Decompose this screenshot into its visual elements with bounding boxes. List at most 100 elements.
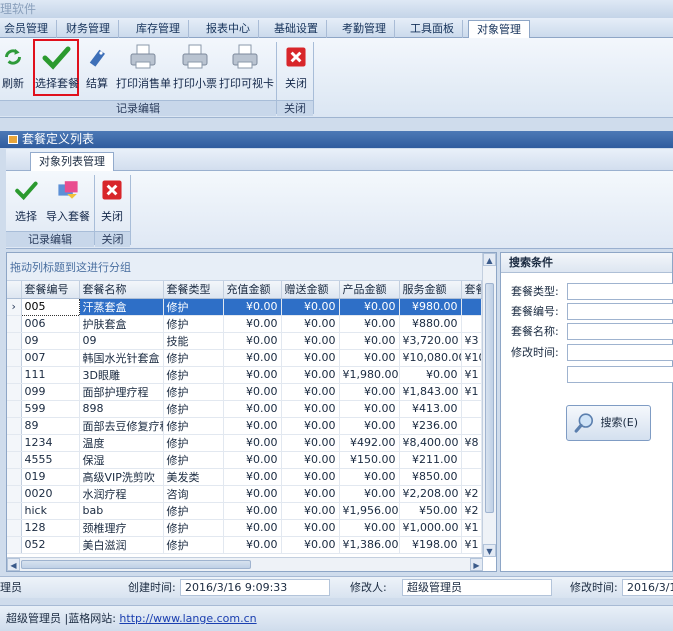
- table-cell[interactable]: 0020: [21, 485, 80, 503]
- package-type-field[interactable]: [567, 283, 673, 300]
- table-cell[interactable]: ¥0.00: [339, 519, 400, 537]
- table-cell[interactable]: ¥2: [461, 485, 482, 503]
- table-cell[interactable]: 美白滋润: [79, 536, 164, 554]
- table-row[interactable]: 052 美白滋润 修护 ¥0.00 ¥0.00 ¥1,386.00 ¥198.00 ¥1: [7, 536, 482, 554]
- table-cell[interactable]: hick: [21, 502, 80, 520]
- table-cell[interactable]: ¥0.00: [281, 468, 340, 486]
- table-cell[interactable]: ¥0.00: [223, 536, 282, 554]
- table-cell[interactable]: 护肤套盒: [79, 315, 164, 333]
- table-cell[interactable]: [461, 298, 482, 316]
- table-cell[interactable]: [461, 468, 482, 486]
- table-cell[interactable]: 温度: [79, 434, 164, 452]
- tab-finance-management[interactable]: 财务管理: [58, 20, 119, 38]
- row-indicator[interactable]: [7, 417, 22, 435]
- scroll-thumb[interactable]: [485, 283, 494, 513]
- table-cell[interactable]: ¥1: [461, 366, 482, 384]
- column-header[interactable]: 赠送金额: [281, 281, 340, 299]
- table-row[interactable]: 4555 保湿 修护 ¥0.00 ¥0.00 ¥150.00 ¥211.00: [7, 451, 482, 469]
- select-package-button[interactable]: 选择套餐: [35, 42, 79, 94]
- table-cell[interactable]: ¥0.00: [281, 298, 340, 316]
- table-cell[interactable]: ¥2: [461, 502, 482, 520]
- table-row[interactable]: 128 颈椎理疗 修护 ¥0.00 ¥0.00 ¥0.00 ¥1,000.00 ¥1: [7, 519, 482, 537]
- column-header[interactable]: 产品金额: [339, 281, 400, 299]
- table-row[interactable]: 0020 水润疗程 咨询 ¥0.00 ¥0.00 ¥0.00 ¥2,208.00 ¥2: [7, 485, 482, 503]
- table-cell[interactable]: ¥10: [461, 349, 482, 367]
- table-cell[interactable]: ¥0.00: [281, 519, 340, 537]
- table-cell[interactable]: 3D眼雕: [79, 366, 164, 384]
- table-cell[interactable]: ¥0.00: [281, 485, 340, 503]
- table-row[interactable]: › 005 汗蒸套盒 修护 ¥0.00 ¥0.00 ¥0.00 ¥980.00: [7, 297, 482, 316]
- table-cell[interactable]: ¥0.00: [223, 366, 282, 384]
- refresh-button[interactable]: 刷新: [0, 42, 26, 94]
- table-cell[interactable]: 美发类: [163, 468, 224, 486]
- table-cell[interactable]: ¥0.00: [399, 366, 462, 384]
- inner-close-button[interactable]: 关闭: [98, 175, 126, 227]
- table-cell[interactable]: ¥0.00: [223, 451, 282, 469]
- row-indicator[interactable]: [7, 400, 22, 418]
- table-cell[interactable]: 052: [21, 536, 80, 554]
- table-cell[interactable]: ¥1: [461, 536, 482, 554]
- table-row[interactable]: 09 09 技能 ¥0.00 ¥0.00 ¥0.00 ¥3,720.00 ¥3: [7, 332, 482, 350]
- tab-inventory-management[interactable]: 库存管理: [128, 20, 189, 38]
- table-cell[interactable]: ¥3,720.00: [399, 332, 462, 350]
- table-cell[interactable]: ¥0.00: [281, 349, 340, 367]
- table-row[interactable]: 099 面部护理疗程 修护 ¥0.00 ¥0.00 ¥0.00 ¥1,843.00 ¥1: [7, 383, 482, 401]
- row-indicator[interactable]: [7, 519, 22, 537]
- table-cell[interactable]: 汗蒸套盒: [79, 298, 164, 316]
- row-indicator[interactable]: ›: [7, 298, 22, 316]
- table-cell[interactable]: ¥0.00: [223, 349, 282, 367]
- table-cell[interactable]: 修护: [163, 400, 224, 418]
- table-cell[interactable]: ¥0.00: [281, 332, 340, 350]
- import-package-button[interactable]: 导入套餐: [44, 175, 92, 227]
- table-cell[interactable]: ¥1: [461, 519, 482, 537]
- vertical-scrollbar[interactable]: ▲ ▼: [482, 253, 496, 557]
- table-cell[interactable]: [461, 451, 482, 469]
- row-indicator[interactable]: [7, 434, 22, 452]
- print-card-button[interactable]: 打印可视卡: [219, 42, 274, 94]
- table-cell[interactable]: ¥150.00: [339, 451, 400, 469]
- table-cell[interactable]: 111: [21, 366, 80, 384]
- table-cell[interactable]: 面部护理疗程: [79, 383, 164, 401]
- table-cell[interactable]: 咨询: [163, 485, 224, 503]
- table-row[interactable]: 599 898 修护 ¥0.00 ¥0.00 ¥0.00 ¥413.00: [7, 400, 482, 418]
- table-cell[interactable]: 修护: [163, 417, 224, 435]
- table-cell[interactable]: ¥0.00: [223, 332, 282, 350]
- tab-member-management[interactable]: 会员管理: [0, 20, 57, 38]
- table-cell[interactable]: 修护: [163, 502, 224, 520]
- search-button[interactable]: 搜索(E): [566, 405, 651, 441]
- table-cell[interactable]: ¥0.00: [339, 468, 400, 486]
- website-link[interactable]: http://www.lange.com.cn: [119, 612, 256, 625]
- table-cell[interactable]: ¥0.00: [339, 298, 400, 316]
- table-cell[interactable]: ¥10,080.00: [399, 349, 462, 367]
- tab-basic-settings[interactable]: 基础设置: [266, 20, 327, 38]
- table-cell[interactable]: ¥0.00: [223, 434, 282, 452]
- scroll-thumb[interactable]: [21, 560, 251, 569]
- table-cell[interactable]: ¥1,386.00: [339, 536, 400, 554]
- table-cell[interactable]: 09: [79, 332, 164, 350]
- row-indicator[interactable]: [7, 383, 22, 401]
- table-cell[interactable]: ¥0.00: [339, 315, 400, 333]
- table-cell[interactable]: ¥0.00: [339, 349, 400, 367]
- tab-tool-panel[interactable]: 工具面板: [402, 20, 463, 38]
- table-cell[interactable]: 099: [21, 383, 80, 401]
- table-cell[interactable]: ¥1,843.00: [399, 383, 462, 401]
- table-cell[interactable]: ¥2,208.00: [399, 485, 462, 503]
- horizontal-scrollbar[interactable]: ◀ ▶: [7, 557, 483, 571]
- table-cell[interactable]: ¥0.00: [223, 417, 282, 435]
- column-header[interactable]: 套餐编号: [21, 281, 80, 299]
- table-row[interactable]: 89 面部去豆修复疗程 修护 ¥0.00 ¥0.00 ¥0.00 ¥236.00: [7, 417, 482, 435]
- table-cell[interactable]: ¥8: [461, 434, 482, 452]
- table-cell[interactable]: ¥0.00: [223, 468, 282, 486]
- row-indicator[interactable]: [7, 366, 22, 384]
- table-cell[interactable]: 4555: [21, 451, 80, 469]
- row-indicator[interactable]: [7, 485, 22, 503]
- package-code-field[interactable]: [567, 303, 673, 320]
- print-sales-button[interactable]: 打印消售单: [116, 42, 171, 94]
- column-header[interactable]: 套餐类型: [163, 281, 224, 299]
- table-cell[interactable]: ¥236.00: [399, 417, 462, 435]
- table-cell[interactable]: ¥413.00: [399, 400, 462, 418]
- table-cell[interactable]: 019: [21, 468, 80, 486]
- print-receipt-button[interactable]: 打印小票: [172, 42, 218, 94]
- scroll-down-icon[interactable]: ▼: [483, 544, 496, 557]
- tab-report-center[interactable]: 报表中心: [198, 20, 259, 38]
